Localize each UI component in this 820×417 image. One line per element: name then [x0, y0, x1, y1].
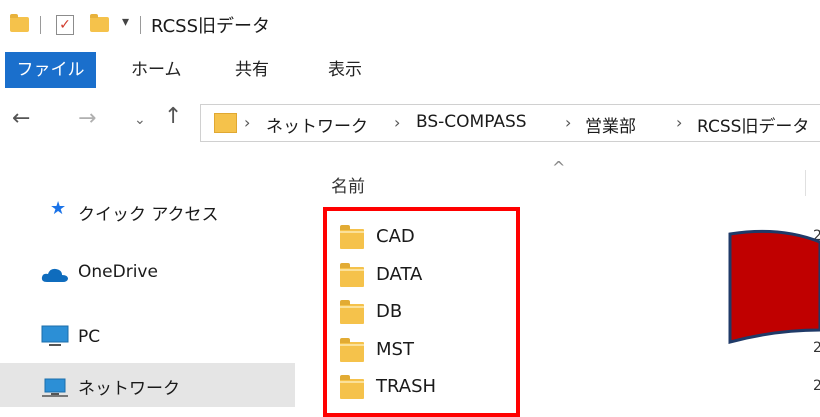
- nav-item-pc[interactable]: PC: [41, 321, 291, 355]
- breadcrumb-separator-icon[interactable]: ›: [394, 113, 400, 132]
- toolbar-separator: [40, 16, 41, 34]
- nav-item-quick-access[interactable]: ★ クイック アクセス: [50, 198, 300, 232]
- address-bar[interactable]: › ネットワーク › BS-COMPASS › 営業部 › RCSS旧データ: [200, 104, 820, 142]
- column-divider[interactable]: [805, 170, 806, 196]
- date-column-fragment: 2: [813, 378, 820, 394]
- nav-item-onedrive[interactable]: OneDrive: [41, 256, 291, 290]
- highlight-rectangle: [323, 207, 520, 417]
- tab-home[interactable]: ホーム: [131, 52, 182, 88]
- tab-file[interactable]: ファイル: [5, 52, 96, 88]
- star-icon: ★: [50, 198, 67, 219]
- breadcrumb-current[interactable]: RCSS旧データ: [697, 112, 809, 137]
- breadcrumb-separator-icon[interactable]: ›: [244, 113, 250, 132]
- tab-share[interactable]: 共有: [235, 52, 269, 88]
- column-header-name[interactable]: 名前: [331, 172, 365, 197]
- breadcrumb-server[interactable]: BS-COMPASS: [416, 112, 527, 132]
- properties-check-icon[interactable]: ✓: [56, 15, 74, 35]
- breadcrumb-separator-icon[interactable]: ›: [676, 113, 682, 132]
- recent-locations-chevron-icon[interactable]: ⌄: [134, 112, 146, 128]
- nav-item-network[interactable]: ネットワーク: [41, 368, 291, 402]
- nav-item-label: PC: [78, 327, 101, 347]
- cloud-icon: [41, 268, 68, 282]
- title-bar: ✓ ▾ RCSS旧データ: [0, 0, 820, 46]
- new-folder-icon[interactable]: [90, 14, 109, 32]
- annotation-arrow-shape: [728, 229, 820, 344]
- sort-ascending-icon: ^: [552, 158, 566, 177]
- customize-dropdown-icon[interactable]: ▾: [122, 14, 129, 30]
- forward-arrow-icon[interactable]: →: [78, 106, 96, 131]
- tab-view[interactable]: 表示: [328, 52, 362, 88]
- breadcrumb-network[interactable]: ネットワーク: [266, 112, 368, 137]
- toolbar-separator: [140, 16, 141, 34]
- folder-icon: [214, 113, 237, 133]
- breadcrumb-department[interactable]: 営業部: [585, 112, 636, 137]
- monitor-icon: [41, 325, 69, 346]
- nav-item-label: OneDrive: [78, 262, 158, 282]
- window-title: RCSS旧データ: [151, 16, 271, 37]
- network-icon: [42, 378, 68, 397]
- back-arrow-icon[interactable]: ←: [12, 106, 30, 131]
- folder-icon: [10, 14, 29, 32]
- up-arrow-icon[interactable]: ↑: [164, 104, 182, 129]
- nav-item-label: クイック アクセス: [78, 205, 219, 225]
- nav-item-label: ネットワーク: [78, 379, 180, 399]
- ribbon: ファイル ホーム 共有 表示: [0, 52, 820, 88]
- breadcrumb-separator-icon[interactable]: ›: [565, 113, 571, 132]
